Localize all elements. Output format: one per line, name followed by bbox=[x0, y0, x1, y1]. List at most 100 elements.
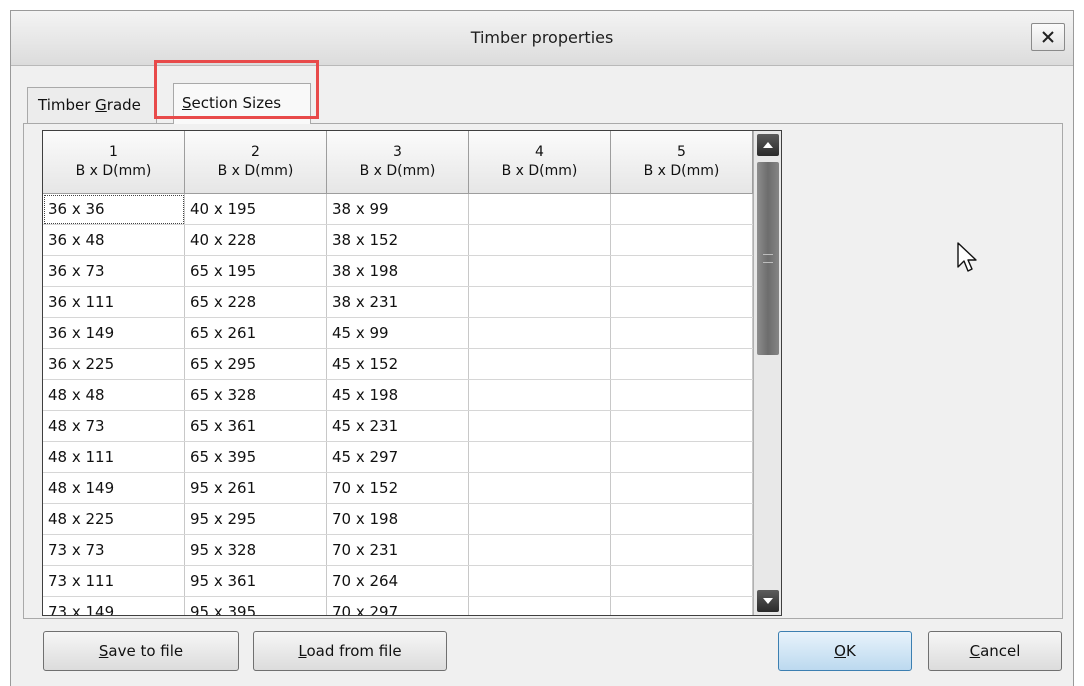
table-cell[interactable] bbox=[610, 379, 753, 411]
table-cell[interactable]: 45 x 99 bbox=[326, 317, 469, 349]
table-row: 36 x 111 65 x 228 38 x 231 bbox=[43, 286, 753, 318]
table-cell[interactable] bbox=[468, 193, 611, 225]
close-button[interactable] bbox=[1031, 23, 1065, 51]
table-cell[interactable] bbox=[468, 503, 611, 535]
scroll-down-button[interactable] bbox=[757, 590, 779, 612]
table-cell[interactable] bbox=[610, 317, 753, 349]
table-cell[interactable]: 65 x 361 bbox=[184, 410, 327, 442]
table-cell[interactable]: 65 x 195 bbox=[184, 255, 327, 287]
table-cell[interactable]: 40 x 228 bbox=[184, 224, 327, 256]
load-from-file-button[interactable]: Load from file bbox=[253, 631, 447, 671]
table-cell[interactable] bbox=[468, 472, 611, 504]
table-cell[interactable] bbox=[468, 286, 611, 318]
table-cell[interactable]: 95 x 395 bbox=[184, 596, 327, 615]
table-cell[interactable]: 38 x 152 bbox=[326, 224, 469, 256]
table-cell[interactable] bbox=[610, 503, 753, 535]
cancel-button[interactable]: Cancel bbox=[928, 631, 1062, 671]
table-cell[interactable]: 48 x 149 bbox=[43, 472, 185, 504]
tab-timber-grade-mnemonic: G bbox=[95, 96, 107, 114]
table-cell[interactable] bbox=[610, 472, 753, 504]
column-header-2[interactable]: 2 B x D(mm) bbox=[184, 131, 327, 194]
table-cell[interactable]: 95 x 328 bbox=[184, 534, 327, 566]
table-cell[interactable]: 70 x 198 bbox=[326, 503, 469, 535]
table-cell[interactable] bbox=[468, 255, 611, 287]
table-cell[interactable]: 38 x 231 bbox=[326, 286, 469, 318]
table-cell[interactable]: 70 x 297 bbox=[326, 596, 469, 615]
table-cell[interactable] bbox=[468, 317, 611, 349]
table-cell[interactable] bbox=[610, 286, 753, 318]
table-cell[interactable] bbox=[610, 348, 753, 380]
table-cell[interactable]: 36 x 36 bbox=[43, 193, 185, 225]
table-cell[interactable] bbox=[468, 410, 611, 442]
table-cell[interactable]: 48 x 111 bbox=[43, 441, 185, 473]
table-cell[interactable] bbox=[468, 441, 611, 473]
table-cell[interactable]: 95 x 361 bbox=[184, 565, 327, 597]
table-cell[interactable]: 65 x 328 bbox=[184, 379, 327, 411]
save-mnemonic: S bbox=[98, 642, 109, 660]
table-cell[interactable]: 45 x 297 bbox=[326, 441, 469, 473]
table-cell[interactable]: 45 x 152 bbox=[326, 348, 469, 380]
table-cell[interactable]: 73 x 149 bbox=[43, 596, 185, 615]
table-cell[interactable] bbox=[468, 565, 611, 597]
table-cell[interactable] bbox=[468, 596, 611, 615]
table-cell[interactable] bbox=[468, 534, 611, 566]
table-cell[interactable]: 65 x 295 bbox=[184, 348, 327, 380]
table-cell[interactable]: 36 x 111 bbox=[43, 286, 185, 318]
table-row: 36 x 73 65 x 195 38 x 198 bbox=[43, 255, 753, 287]
table-cell[interactable]: 36 x 225 bbox=[43, 348, 185, 380]
column-unit: B x D(mm) bbox=[359, 163, 436, 179]
table-cell[interactable] bbox=[468, 379, 611, 411]
table-cell[interactable]: 48 x 48 bbox=[43, 379, 185, 411]
vertical-scrollbar[interactable] bbox=[753, 131, 781, 615]
table-cell[interactable] bbox=[468, 348, 611, 380]
title-bar: Timber properties bbox=[11, 11, 1073, 66]
table-cell[interactable]: 70 x 152 bbox=[326, 472, 469, 504]
table-cell[interactable]: 70 x 231 bbox=[326, 534, 469, 566]
table-cell[interactable]: 73 x 111 bbox=[43, 565, 185, 597]
section-sizes-grid[interactable]: 1 B x D(mm) 2 B x D(mm) 3 B x D(mm) 4 B x D(… bbox=[42, 130, 782, 616]
table-cell[interactable]: 70 x 264 bbox=[326, 565, 469, 597]
table-cell[interactable]: 40 x 195 bbox=[184, 193, 327, 225]
table-row: 73 x 73 95 x 328 70 x 231 bbox=[43, 534, 753, 566]
table-cell[interactable]: 45 x 198 bbox=[326, 379, 469, 411]
table-cell[interactable]: 73 x 73 bbox=[43, 534, 185, 566]
table-cell[interactable] bbox=[610, 441, 753, 473]
table-cell[interactable]: 65 x 261 bbox=[184, 317, 327, 349]
table-cell[interactable]: 36 x 48 bbox=[43, 224, 185, 256]
column-header-5[interactable]: 5 B x D(mm) bbox=[610, 131, 753, 194]
table-cell[interactable]: 65 x 228 bbox=[184, 286, 327, 318]
table-cell[interactable] bbox=[610, 255, 753, 287]
table-cell[interactable] bbox=[610, 224, 753, 256]
column-header-3[interactable]: 3 B x D(mm) bbox=[326, 131, 469, 194]
table-cell[interactable]: 36 x 73 bbox=[43, 255, 185, 287]
cancel-mnemonic: C bbox=[969, 642, 981, 660]
save-to-file-button[interactable]: Save to file bbox=[43, 631, 239, 671]
table-cell[interactable]: 95 x 261 bbox=[184, 472, 327, 504]
table-cell[interactable] bbox=[468, 224, 611, 256]
table-cell[interactable]: 95 x 295 bbox=[184, 503, 327, 535]
table-cell[interactable]: 45 x 231 bbox=[326, 410, 469, 442]
table-cell[interactable]: 38 x 198 bbox=[326, 255, 469, 287]
table-cell[interactable]: 36 x 149 bbox=[43, 317, 185, 349]
table-cell[interactable] bbox=[610, 410, 753, 442]
header-row: 1 B x D(mm) 2 B x D(mm) 3 B x D(mm) 4 B x D(… bbox=[43, 131, 753, 194]
column-header-1[interactable]: 1 B x D(mm) bbox=[43, 131, 185, 194]
window-title: Timber properties bbox=[470, 28, 614, 47]
tab-highlight-box bbox=[154, 60, 319, 119]
column-header-4[interactable]: 4 B x D(mm) bbox=[468, 131, 611, 194]
column-number: 1 bbox=[109, 144, 118, 160]
table-cell[interactable]: 38 x 99 bbox=[326, 193, 469, 225]
table-cell[interactable] bbox=[610, 534, 753, 566]
table-cell[interactable] bbox=[610, 596, 753, 615]
triangle-down-icon bbox=[763, 598, 773, 604]
table-cell[interactable] bbox=[610, 565, 753, 597]
table-cell[interactable]: 48 x 73 bbox=[43, 410, 185, 442]
column-number: 3 bbox=[393, 144, 402, 160]
scroll-up-button[interactable] bbox=[757, 134, 779, 156]
table-cell[interactable] bbox=[610, 193, 753, 225]
ok-button[interactable]: OK bbox=[778, 631, 912, 671]
tab-timber-grade[interactable]: Timber Grade bbox=[27, 87, 157, 123]
scroll-thumb[interactable] bbox=[757, 162, 779, 355]
table-cell[interactable]: 48 x 225 bbox=[43, 503, 185, 535]
table-cell[interactable]: 65 x 395 bbox=[184, 441, 327, 473]
